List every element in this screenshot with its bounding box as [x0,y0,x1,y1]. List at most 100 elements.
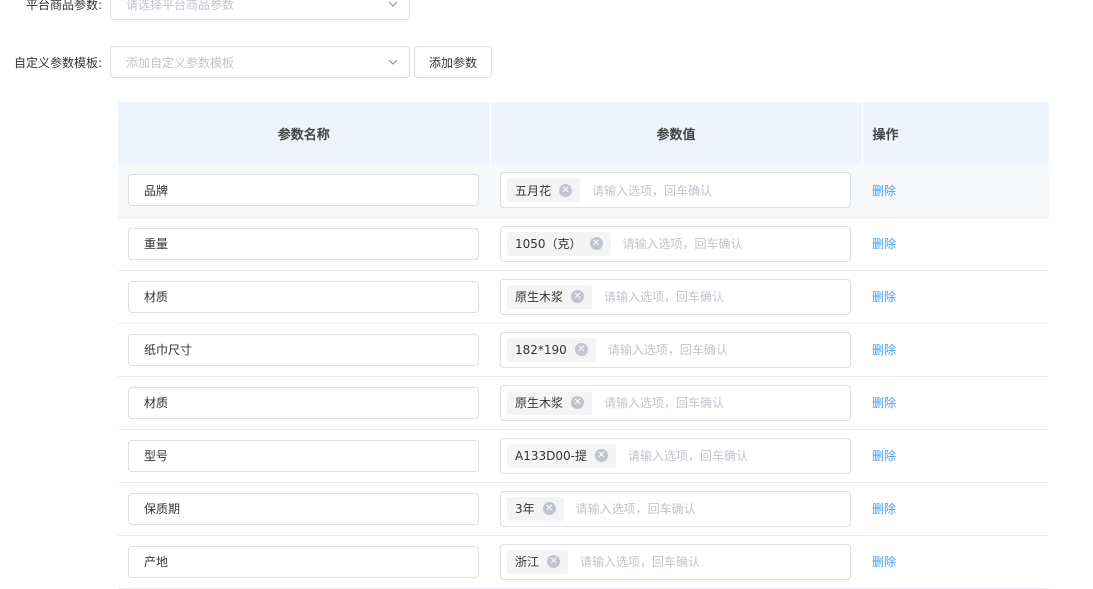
close-icon[interactable]: ✕ [571,396,585,409]
tag-input-placeholder[interactable]: 请输入选项，回车确认 [604,288,724,305]
operation-cell: 删除 [862,482,1049,536]
close-icon[interactable]: ✕ [594,449,608,462]
param-name-input[interactable]: 产地 [128,545,479,578]
param-name-cell: 材质 [118,270,490,324]
table-header: 参数名称 参数值 操作 [118,102,1049,164]
param-value-tag: 五月花 ✕ [507,178,581,203]
operation-cell: 删除 [862,376,1049,430]
platform-param-row: 平台商品参数: 请选择平台商品参数 [0,0,410,20]
param-value-tag: 3年 ✕ [507,496,564,521]
tag-label: 182*190 [515,342,567,357]
delete-link[interactable]: 删除 [872,237,896,251]
param-name-cell: 品牌 [118,164,490,218]
table-row: 材质 原生木浆 ✕ 请输入选项，回车确认 删除 [118,270,1049,324]
tag-label: 浙江 [515,555,540,569]
tag-input-placeholder[interactable]: 请输入选项，回车确认 [623,235,743,252]
param-value-tag: 浙江 ✕ [507,549,569,574]
param-value-tags-input[interactable]: 原生木浆 ✕ 请输入选项，回车确认 [500,278,851,315]
param-value-tags-input[interactable]: 1050（克） ✕ 请输入选项，回车确认 [500,225,851,262]
operation-cell: 删除 [862,217,1049,271]
custom-template-label: 自定义参数模板: [13,55,102,70]
table-row: 纸巾尺寸 182*190 ✕ 请输入选项，回车确认 删除 [118,323,1049,377]
table-row: 材质 原生木浆 ✕ 请输入选项，回车确认 删除 [118,376,1049,430]
param-name-cell: 重量 [118,217,490,271]
param-value-tags-input[interactable]: 182*190 ✕ 请输入选项，回车确认 [500,331,851,368]
delete-link[interactable]: 删除 [872,290,896,304]
param-name-value: 产地 [144,555,169,569]
param-name-value: 纸巾尺寸 [144,343,193,357]
delete-link[interactable]: 删除 [872,184,896,198]
chevron-down-icon [388,59,398,65]
param-name-cell: 保质期 [118,482,490,536]
tag-label: 五月花 [515,183,552,198]
table-row: 保质期 3年 ✕ 请输入选项，回车确认 删除 [118,482,1049,536]
delete-link[interactable]: 删除 [872,449,896,463]
table-row: 产地 浙江 ✕ 请输入选项，回车确认 删除 [118,535,1049,589]
tag-input-placeholder[interactable]: 请输入选项，回车确认 [608,341,728,358]
platform-param-select[interactable]: 请选择平台商品参数 [110,0,410,20]
close-icon[interactable]: ✕ [547,555,561,568]
param-name-input[interactable]: 品牌 [128,174,479,207]
param-name-input[interactable]: 重量 [128,227,479,260]
platform-param-placeholder: 请选择平台商品参数 [126,0,235,12]
param-value-tags-input[interactable]: 3年 ✕ 请输入选项，回车确认 [500,490,851,527]
param-name-input[interactable]: 型号 [128,439,479,472]
param-name-input[interactable]: 材质 [128,280,479,313]
param-value-tag: 原生木浆 ✕ [507,284,593,309]
header-operation: 操作 [862,102,1049,164]
delete-link[interactable]: 删除 [872,396,896,410]
tag-label: 原生木浆 [515,396,564,410]
tag-input-placeholder[interactable]: 请输入选项，回车确认 [604,394,724,411]
param-value-tags-input[interactable]: 原生木浆 ✕ 请输入选项，回车确认 [500,384,851,421]
param-name-input[interactable]: 材质 [128,386,479,419]
close-icon[interactable]: ✕ [574,343,588,356]
tag-label: 1050（克） [515,237,582,251]
custom-template-select[interactable]: 添加自定义参数模板 [110,46,410,78]
param-name-input[interactable]: 纸巾尺寸 [128,333,479,366]
param-value-cell: 1050（克） ✕ 请输入选项，回车确认 [490,217,862,271]
param-name-value: 重量 [144,237,169,251]
param-value-cell: A133D00-提 ✕ 请输入选项，回车确认 [490,429,862,483]
param-value-tag: A133D00-提 ✕ [507,443,616,468]
params-table: 参数名称 参数值 操作 品牌 五月花 ✕ 请输入选项，回车确认 删除 重量 10… [118,102,1049,589]
tag-input-placeholder[interactable]: 请输入选项，回车确认 [580,553,700,570]
param-name-cell: 材质 [118,376,490,430]
platform-param-label: 平台商品参数: [25,0,102,12]
tag-input-placeholder[interactable]: 请输入选项，回车确认 [592,182,712,199]
table-row: 型号 A133D00-提 ✕ 请输入选项，回车确认 删除 [118,429,1049,483]
param-value-tag: 182*190 ✕ [507,337,596,362]
close-icon[interactable]: ✕ [542,502,556,515]
close-icon[interactable]: ✕ [589,237,603,250]
header-param-name: 参数名称 [118,102,491,164]
chevron-down-icon [388,1,398,7]
add-param-button[interactable]: 添加参数 [414,46,493,78]
tag-input-placeholder[interactable]: 请输入选项，回车确认 [628,447,748,464]
delete-link[interactable]: 删除 [872,502,896,516]
tag-label: 原生木浆 [515,290,564,304]
tag-label: 3年 [515,502,535,516]
operation-cell: 删除 [862,323,1049,377]
operation-cell: 删除 [862,429,1049,483]
operation-cell: 删除 [862,535,1049,589]
table-row: 品牌 五月花 ✕ 请输入选项，回车确认 删除 [118,164,1049,218]
param-value-tag: 1050（克） ✕ [507,231,611,256]
operation-cell: 删除 [862,164,1049,218]
tag-label: A133D00-提 [515,449,587,463]
param-value-tags-input[interactable]: A133D00-提 ✕ 请输入选项，回车确认 [500,437,851,474]
delete-link[interactable]: 删除 [872,343,896,357]
tag-input-placeholder[interactable]: 请输入选项，回车确认 [576,500,696,517]
param-value-tags-input[interactable]: 浙江 ✕ 请输入选项，回车确认 [500,543,851,580]
close-icon[interactable]: ✕ [559,183,573,197]
param-value-tags-input[interactable]: 五月花 ✕ 请输入选项，回车确认 [500,172,851,209]
param-value-cell: 3年 ✕ 请输入选项，回车确认 [490,482,862,536]
param-value-cell: 浙江 ✕ 请输入选项，回车确认 [490,535,862,589]
param-value-cell: 五月花 ✕ 请输入选项，回车确认 [490,164,862,218]
param-name-value: 材质 [144,396,169,410]
param-value-tag: 原生木浆 ✕ [507,390,593,415]
delete-link[interactable]: 删除 [872,555,896,569]
operation-cell: 删除 [862,270,1049,324]
close-icon[interactable]: ✕ [571,290,585,303]
param-name-input[interactable]: 保质期 [128,492,479,525]
param-name-cell: 型号 [118,429,490,483]
param-value-cell: 182*190 ✕ 请输入选项，回车确认 [490,323,862,377]
